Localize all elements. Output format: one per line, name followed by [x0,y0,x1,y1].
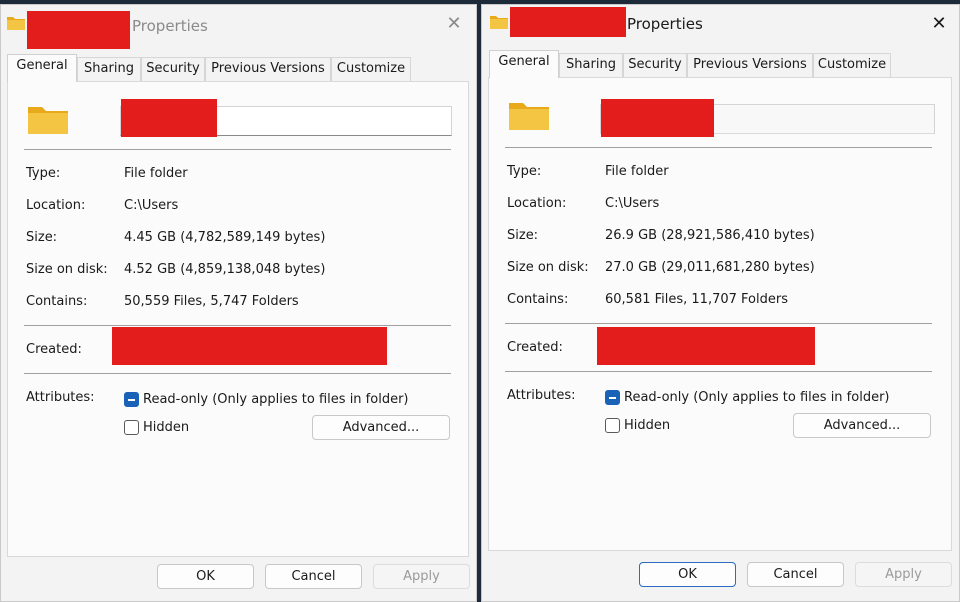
title-bar[interactable]: Properties ✕ [482,5,959,45]
properties-window-right: Properties ✕ General Sharing Security Pr… [481,4,960,602]
location-value: C:\Users [605,196,660,211]
created-label: Created: [507,340,563,355]
readonly-checkbox-label[interactable]: Read-only (Only applies to files in fold… [624,390,889,405]
size-on-disk-label: Size on disk: [507,260,589,275]
size-value: 4.45 GB (4,782,589,149 bytes) [124,230,326,245]
contains-value: 50,559 Files, 5,747 Folders [124,294,299,309]
general-tab-panel: Type: File folder Location: C:\Users Siz… [7,81,469,557]
redacted-folder-name [601,99,714,137]
tab-security[interactable]: Security [623,53,687,77]
title-bar[interactable]: Properties ✕ [1,5,476,49]
redacted-created-date [112,327,387,365]
divider [24,325,451,326]
hidden-checkbox[interactable] [124,420,139,435]
hidden-checkbox-label[interactable]: Hidden [624,418,670,433]
contains-label: Contains: [507,292,569,307]
size-value: 26.9 GB (28,921,586,410 bytes) [605,228,815,243]
type-label: Type: [26,166,61,181]
attributes-label: Attributes: [26,390,95,405]
location-label: Location: [507,196,567,211]
tab-security[interactable]: Security [141,57,205,81]
ok-button[interactable]: OK [157,564,254,589]
tab-sharing[interactable]: Sharing [77,57,141,81]
folder-icon [509,103,549,130]
cancel-button[interactable]: Cancel [265,564,362,589]
advanced-button[interactable]: Advanced... [312,415,450,440]
readonly-checkbox[interactable] [605,390,620,405]
window-title: Properties [627,15,703,33]
contains-label: Contains: [26,294,88,309]
redacted-created-date [597,327,815,365]
redacted-folder-name [121,99,217,137]
tab-previous-versions[interactable]: Previous Versions [205,57,331,81]
created-label: Created: [26,342,82,357]
size-on-disk-label: Size on disk: [26,262,108,277]
close-button[interactable]: ✕ [440,11,468,37]
properties-window-left: Properties ✕ General Sharing Security Pr… [0,4,477,602]
cancel-button[interactable]: Cancel [747,562,844,587]
divider [24,149,451,150]
location-label: Location: [26,198,86,213]
divider [24,373,451,374]
apply-button[interactable]: Apply [373,564,470,589]
tab-general[interactable]: General [7,54,77,82]
folder-icon [7,17,25,30]
apply-button[interactable]: Apply [855,562,952,587]
type-value: File folder [124,166,188,181]
contains-value: 60,581 Files, 11,707 Folders [605,292,788,307]
type-value: File folder [605,164,669,179]
divider [505,371,932,372]
hidden-checkbox-label[interactable]: Hidden [143,420,189,435]
attributes-label: Attributes: [507,388,576,403]
general-tab-panel: Type: File folder Location: C:\Users Siz… [488,77,952,551]
tab-sharing[interactable]: Sharing [559,53,623,77]
window-title: Properties [132,17,208,35]
tab-customize[interactable]: Customize [331,57,411,81]
size-label: Size: [507,228,539,243]
ok-button[interactable]: OK [639,562,736,587]
divider [505,147,932,148]
folder-icon [490,16,508,29]
location-value: C:\Users [124,198,179,213]
folder-name-input[interactable] [600,99,935,137]
tab-previous-versions[interactable]: Previous Versions [687,53,813,77]
size-label: Size: [26,230,58,245]
divider [505,323,932,324]
type-label: Type: [507,164,542,179]
close-button[interactable]: ✕ [925,11,953,37]
redacted-folder-name [510,7,626,37]
folder-icon [28,107,68,134]
hidden-checkbox[interactable] [605,418,620,433]
tab-general[interactable]: General [489,50,559,78]
size-on-disk-value: 27.0 GB (29,011,681,280 bytes) [605,260,815,275]
redacted-folder-name [27,11,130,49]
advanced-button[interactable]: Advanced... [793,413,931,438]
readonly-checkbox[interactable] [124,392,139,407]
folder-name-input[interactable] [120,99,452,137]
size-on-disk-value: 4.52 GB (4,859,138,048 bytes) [124,262,326,277]
tab-customize[interactable]: Customize [813,53,891,77]
readonly-checkbox-label[interactable]: Read-only (Only applies to files in fold… [143,392,408,407]
